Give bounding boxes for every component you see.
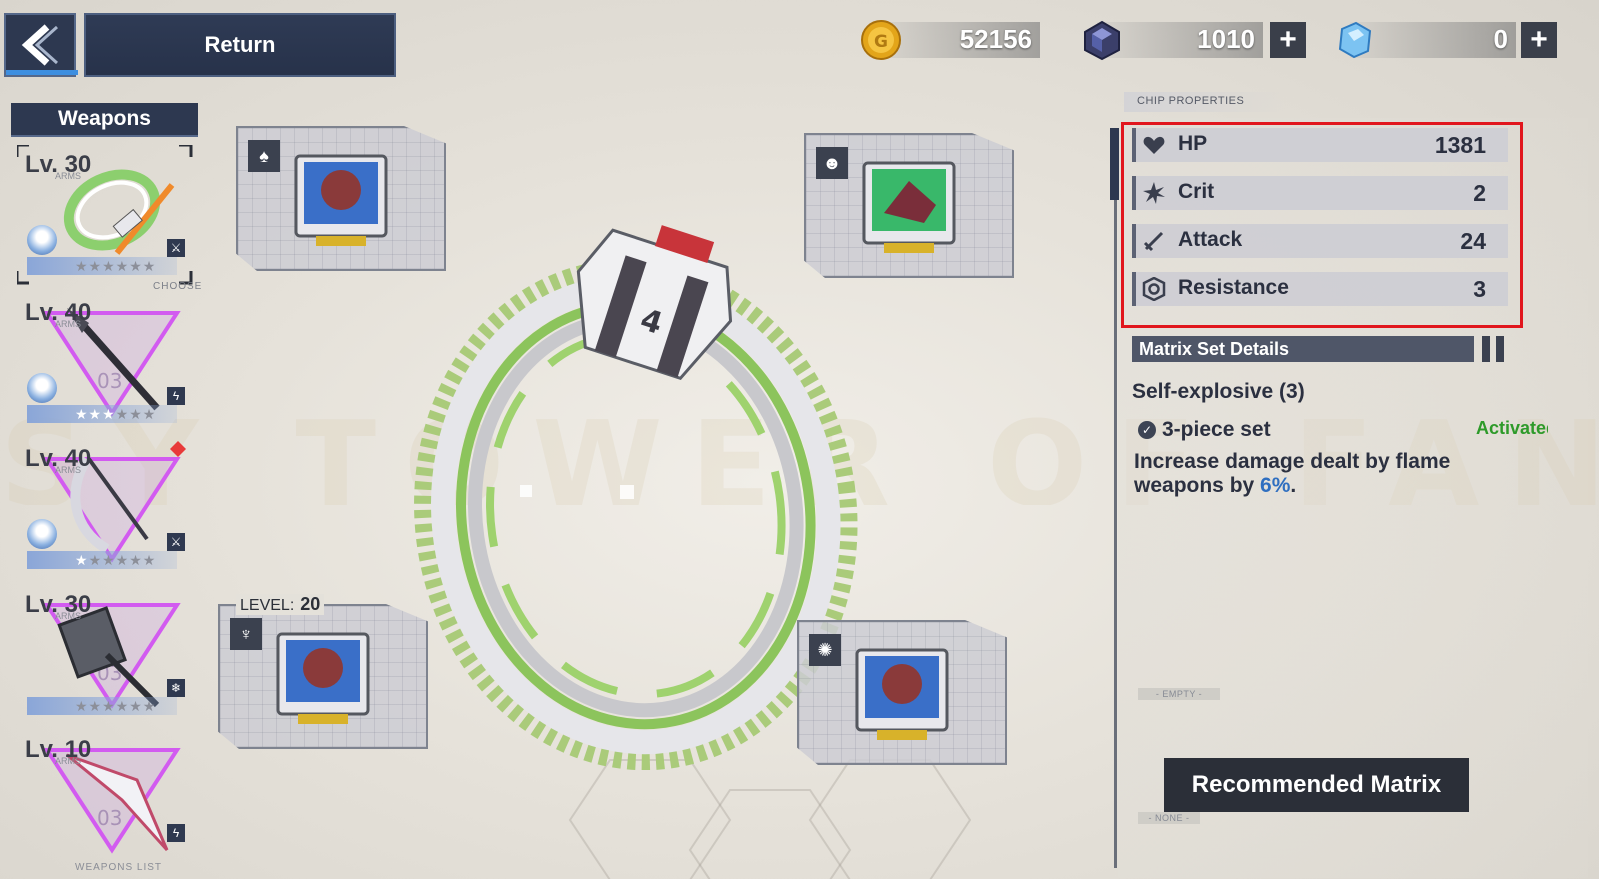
chip-slot-top-right[interactable]: ☻ (804, 133, 1014, 278)
matrix-set-header: Matrix Set Details (1132, 336, 1474, 362)
highlight-box (1121, 122, 1523, 328)
physical-icon: ⚔ (167, 239, 185, 257)
arms-label: ARMS (55, 756, 82, 766)
gold-coin-icon: G (861, 20, 901, 60)
piece-set-label: 3-piece set (1162, 418, 1271, 441)
alert-diamond-icon (170, 441, 186, 457)
character-avatar (27, 373, 57, 403)
chip-slot-bottom-left[interactable]: ♆ (218, 604, 428, 749)
add-dark-crystal-button[interactable]: + (1270, 22, 1306, 58)
recommended-matrix-button[interactable]: Recommended Matrix (1164, 758, 1469, 812)
matrix-card-image (862, 161, 956, 253)
back-button[interactable] (4, 13, 78, 77)
gold-counter: G 52156 (861, 20, 1040, 60)
return-button[interactable]: Return (84, 13, 396, 77)
gold-amount: 52156 (959, 24, 1032, 54)
arms-label: ARMS (55, 319, 82, 329)
chip-properties-label: CHIP PROPERTIES (1137, 95, 1245, 107)
matrix-card-image (294, 154, 388, 246)
tanium-counter: 0 (1338, 21, 1516, 59)
physical-icon: ⚔ (167, 533, 185, 551)
volt-icon: ϟ (167, 387, 185, 405)
dark-crystal-counter: 1010 (1084, 20, 1263, 61)
chip-level-label: LEVEL: 20 (236, 594, 325, 615)
description-percent: 6% (1260, 474, 1291, 497)
set-description: Increase damage dealt by flame weapons b… (1134, 450, 1474, 498)
empty-label: - EMPTY - (1138, 688, 1220, 700)
arms-label: ARMS (55, 611, 82, 621)
level-prefix: LEVEL: (240, 597, 295, 614)
piece-set-row: ✓ 3-piece set (1138, 418, 1271, 442)
set-name: Self-explosive (3) (1132, 380, 1305, 403)
tanium-crystal-icon (1338, 21, 1372, 59)
weapon-stars: ★★★★★★ (27, 697, 177, 715)
choose-label: CHOOSE (153, 281, 203, 292)
weapon-ring-model: 4 (414, 225, 858, 770)
weapons-list-label: WEAPONS LIST (75, 862, 163, 873)
chip-slot-top-left[interactable]: ♠ (236, 126, 446, 271)
matrix-card-image (276, 632, 370, 724)
pause-bars-icon (1482, 336, 1508, 362)
weapons-title: Weapons (11, 103, 198, 137)
character-avatar (27, 225, 57, 255)
arms-label: ARMS (55, 171, 82, 181)
description-end: . (1290, 474, 1297, 497)
back-arrow-icon (21, 24, 59, 66)
weapon-slot-3[interactable]: Lv. 40 ARMS ★★★★★★ ⚔ (17, 439, 186, 579)
chip-slot-bottom-right[interactable]: ✺ (797, 620, 1007, 765)
weapon-slot-1[interactable]: Lv. 30 ARMS ★★★★★★ ⚔ (17, 145, 193, 285)
activated-label: Activated (1476, 418, 1548, 438)
none-label: - NONE - (1138, 812, 1200, 824)
panel-rail (1114, 128, 1117, 868)
spade-icon: ♠ (248, 140, 280, 172)
weapon-slot-2[interactable]: 03 Lv. 40 ARMS ★★★★★★ ϟ (17, 293, 185, 433)
check-icon: ✓ (1138, 421, 1156, 439)
tanium-amount: 0 (1493, 24, 1508, 54)
weapon-stars: ★★★★★★ (27, 257, 177, 275)
arms-label: ARMS (55, 465, 82, 475)
weapon-stars: ★★★★★★ (27, 551, 177, 569)
matrix-card-image (855, 648, 949, 740)
level-value: 20 (300, 594, 321, 614)
brain-icon: ✺ (809, 634, 841, 666)
weapon-stars: ★★★★★★ (27, 405, 177, 423)
svg-text:03: 03 (97, 369, 122, 393)
dark-crystal-amount: 1010 (1197, 24, 1255, 54)
svg-text:03: 03 (97, 806, 122, 830)
weapon-slot-4[interactable]: 03 Lv. 30 ARMS ★★★★★★ ❄ (17, 585, 185, 725)
dark-crystal-icon (1084, 20, 1120, 61)
svg-text:G: G (874, 32, 888, 52)
head-icon: ☻ (816, 147, 848, 179)
character-avatar (27, 519, 57, 549)
volt-icon: ϟ (167, 824, 185, 842)
panel-rail-marker (1110, 128, 1119, 200)
add-tanium-button[interactable]: + (1521, 22, 1557, 58)
frost-icon: ❄ (167, 679, 185, 697)
weapon-slot-5[interactable]: 03 Lv. 10 ARMS ϟ (17, 730, 185, 870)
crest-icon: ♆ (230, 618, 262, 650)
